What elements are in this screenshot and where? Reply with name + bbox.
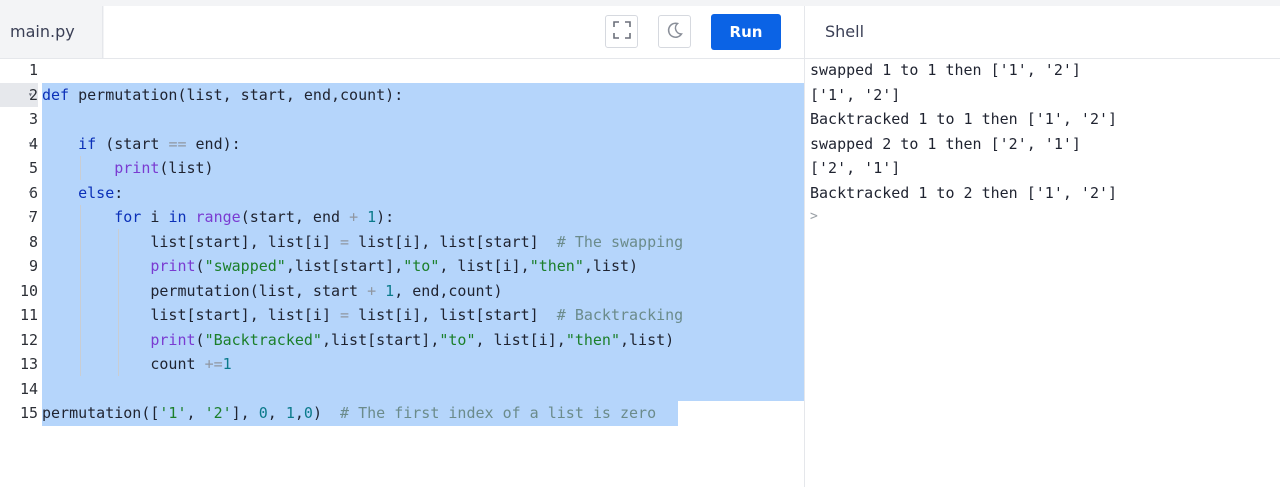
code-text: else:: [78, 183, 124, 202]
shell-output-line: swapped 1 to 1 then ['1', '2']: [810, 61, 1081, 79]
shell-output-line: Backtracked 1 to 2 then ['1', '2']: [810, 183, 1118, 202]
code-line[interactable]: 9 print("swapped",list[start],"to", list…: [0, 254, 804, 279]
line-number: 9: [28, 257, 38, 275]
line-number: 10: [19, 281, 38, 300]
editor-header: main.py Run: [0, 6, 804, 59]
code-text: print("Backtracked",list[start],"to", li…: [150, 330, 675, 349]
moon-icon: [666, 21, 684, 43]
code-line[interactable]: 1: [0, 58, 804, 83]
editor-toolbar: [104, 6, 804, 58]
code-text: permutation(list, start + 1, end,count): [42, 281, 503, 300]
fullscreen-icon: [612, 20, 631, 43]
code-text: list[start], list[i] = list[i], list[sta…: [42, 232, 684, 251]
shell-header: Shell: [805, 6, 1280, 59]
code-editor[interactable]: 1 2 ▾ def permutation(list, start, end,c…: [0, 58, 804, 487]
file-tab-main-py[interactable]: main.py: [0, 6, 103, 58]
shell-output-line: ['2', '1']: [810, 159, 901, 177]
code-text: for i in range(start, end + 1):: [114, 208, 395, 226]
line-number: 8: [28, 232, 38, 251]
fold-arrow-icon[interactable]: ▾: [28, 83, 33, 108]
code-line[interactable]: 6 ▾ else:: [0, 181, 804, 206]
code-line[interactable]: 2 ▾ def permutation(list, start, end,cou…: [0, 82, 804, 108]
code-line[interactable]: 11 list[start], list[i] = list[i], list[…: [0, 303, 804, 328]
line-number: 15: [19, 404, 38, 422]
line-number: 12: [19, 330, 38, 349]
shell-prompt[interactable]: >: [810, 205, 818, 230]
code-line[interactable]: 15 permutation(['1', '2'], 0, 1,0) # The…: [0, 401, 804, 426]
fold-arrow-icon[interactable]: ▾: [28, 205, 33, 230]
line-number: 13: [19, 355, 38, 373]
shell-output-line: ['1', '2']: [810, 85, 901, 104]
code-line[interactable]: 7 ▾ for i in range(start, end + 1):: [0, 205, 804, 230]
code-text: print(list): [114, 159, 214, 177]
fullscreen-button[interactable]: [605, 15, 638, 48]
line-number: 1: [28, 61, 38, 79]
line-number: 5: [28, 159, 38, 177]
code-text: count +=1: [42, 355, 232, 373]
code-text: permutation(['1', '2'], 0, 1,0) # The fi…: [42, 404, 657, 422]
code-line[interactable]: 5 print(list): [0, 156, 804, 181]
code-line[interactable]: 12 print("Backtracked",list[start],"to",…: [0, 328, 804, 353]
code-line[interactable]: 4 ▾ if (start == end):: [0, 132, 804, 157]
code-line[interactable]: 8 list[start], list[i] = list[i], list[s…: [0, 230, 804, 255]
code-text: if (start == end):: [78, 134, 241, 153]
line-number: 3: [28, 110, 38, 128]
shell-output-line: swapped 2 to 1 then ['2', '1']: [810, 134, 1081, 153]
shell-title: Shell: [825, 22, 865, 41]
code-text: print("swapped",list[start],"to", list[i…: [150, 257, 639, 275]
line-number: 11: [19, 306, 38, 324]
code-line[interactable]: 10 permutation(list, start + 1, end,coun…: [0, 279, 804, 304]
line-number: 14: [19, 379, 38, 398]
shell-output[interactable]: swapped 1 to 1 then ['1', '2'] ['1', '2'…: [810, 58, 1280, 487]
fold-arrow-icon[interactable]: ▾: [28, 132, 33, 157]
theme-toggle-button[interactable]: [658, 15, 691, 48]
shell-output-line: Backtracked 1 to 1 then ['1', '2']: [810, 110, 1118, 128]
pane-divider[interactable]: [804, 6, 805, 487]
code-line[interactable]: 13 count +=1: [0, 352, 804, 377]
code-line[interactable]: 3: [0, 107, 804, 132]
code-text: def permutation(list, start, end,count):: [42, 85, 404, 104]
fold-arrow-icon[interactable]: ▾: [28, 181, 33, 206]
code-text: list[start], list[i] = list[i], list[sta…: [42, 306, 684, 324]
run-button[interactable]: Run: [711, 14, 781, 50]
code-line[interactable]: 14: [0, 377, 804, 402]
